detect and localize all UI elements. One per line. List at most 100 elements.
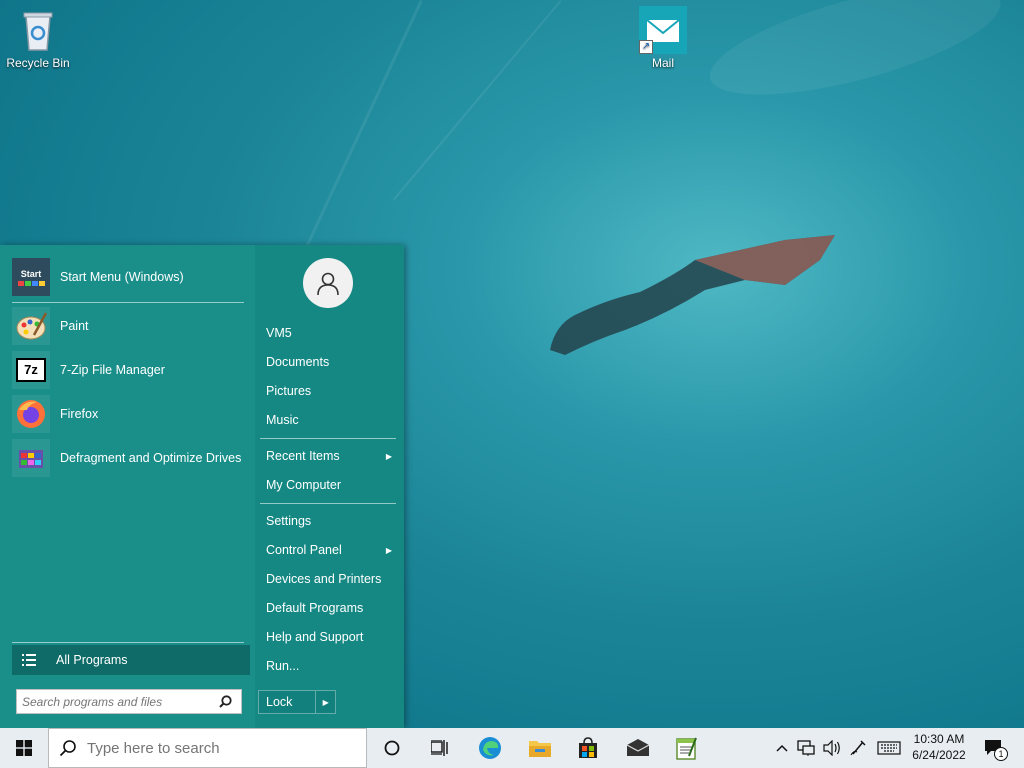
help-support-label: Help and Support bbox=[266, 630, 364, 644]
program-firefox[interactable]: Firefox bbox=[12, 395, 250, 433]
right-separator-2 bbox=[260, 503, 396, 504]
user-name-item[interactable]: VM5 bbox=[260, 320, 397, 346]
recycle-bin-label: Recycle Bin bbox=[6, 56, 70, 70]
task-view-icon bbox=[431, 740, 448, 756]
settings-item[interactable]: Settings bbox=[260, 508, 397, 534]
recycle-bin-desktop-icon[interactable]: Recycle Bin bbox=[0, 6, 76, 70]
default-programs-item[interactable]: Default Programs bbox=[260, 595, 397, 621]
all-programs-button[interactable]: All Programs bbox=[12, 645, 250, 675]
search-icon[interactable] bbox=[213, 695, 237, 708]
devices-printers-label: Devices and Printers bbox=[266, 572, 382, 586]
mail-desktop-icon[interactable]: ↗ Mail bbox=[625, 6, 701, 70]
defrag-icon bbox=[12, 439, 50, 477]
user-avatar[interactable] bbox=[303, 258, 353, 308]
clock-time: 10:30 AM bbox=[913, 732, 965, 746]
file-explorer-icon bbox=[529, 741, 551, 757]
show-hidden-icons-button[interactable] bbox=[772, 728, 792, 768]
program-label: Defragment and Optimize Drives bbox=[60, 450, 242, 465]
notepad-icon bbox=[676, 737, 697, 760]
notepad-taskbar-button[interactable] bbox=[662, 728, 710, 768]
chevron-right-icon: ▶ bbox=[385, 545, 392, 555]
firefox-icon bbox=[12, 395, 50, 433]
edge-icon bbox=[479, 737, 501, 759]
user-name-label: VM5 bbox=[266, 326, 292, 340]
default-programs-label: Default Programs bbox=[266, 601, 364, 615]
program-label: Start Menu (Windows) bbox=[60, 270, 184, 284]
devices-printers-item[interactable]: Devices and Printers bbox=[260, 566, 397, 592]
edge-taskbar-button[interactable] bbox=[466, 728, 514, 768]
search-icon bbox=[49, 739, 87, 757]
clock-date: 6/24/2022 bbox=[912, 748, 966, 762]
pinned-separator bbox=[12, 302, 244, 303]
program-label: Paint bbox=[60, 319, 89, 333]
documents-item[interactable]: Documents bbox=[260, 349, 397, 375]
paint-icon bbox=[12, 307, 50, 345]
network-tray-button[interactable] bbox=[794, 728, 818, 768]
program-7zip[interactable]: 7z 7-Zip File Manager bbox=[12, 351, 250, 389]
documents-label: Documents bbox=[266, 355, 330, 369]
taskbar-clock[interactable]: 10:30 AM 6/24/2022 bbox=[906, 731, 972, 763]
action-center-button[interactable]: 1 bbox=[978, 728, 1010, 768]
program-defrag[interactable]: Defragment and Optimize Drives bbox=[12, 439, 250, 477]
start-menu-right-pane: VM5 Documents Pictures Music Recent Item… bbox=[255, 245, 404, 728]
start-icon-text: Start bbox=[20, 268, 42, 279]
chevron-right-icon: ▶ bbox=[385, 451, 392, 461]
recent-items-label: Recent Items bbox=[266, 449, 340, 463]
power-options-chevron-icon[interactable]: ▶ bbox=[315, 691, 335, 713]
start-search-box[interactable] bbox=[16, 689, 242, 714]
all-programs-separator bbox=[12, 642, 244, 643]
mail-taskbar-button[interactable] bbox=[614, 728, 662, 768]
store-icon bbox=[579, 737, 597, 758]
pictures-label: Pictures bbox=[266, 384, 312, 398]
program-start-menu[interactable]: Start Start Menu (Windows) bbox=[12, 258, 250, 296]
taskbar-search-box[interactable] bbox=[48, 728, 367, 768]
help-support-item[interactable]: Help and Support bbox=[260, 624, 397, 650]
all-programs-label: All Programs bbox=[56, 653, 128, 667]
cortana-icon bbox=[384, 740, 400, 756]
control-panel-item[interactable]: Control Panel ▶ bbox=[260, 537, 397, 563]
start-search-input[interactable] bbox=[17, 694, 213, 709]
pictures-item[interactable]: Pictures bbox=[260, 378, 397, 404]
recycle-bin-icon bbox=[14, 6, 62, 54]
keyboard-icon bbox=[877, 741, 901, 755]
list-icon bbox=[12, 654, 46, 666]
network-icon bbox=[797, 740, 815, 756]
mail-label: Mail bbox=[651, 56, 674, 70]
mail-icon bbox=[626, 739, 650, 756]
start-menu-left-pane: Start Start Menu (Windows) Paint 7z 7-Zi… bbox=[0, 245, 255, 728]
mail-shortcut-icon: ↗ bbox=[639, 6, 687, 54]
control-panel-label: Control Panel bbox=[266, 543, 342, 557]
taskbar: 10:30 AM 6/24/2022 1 bbox=[0, 728, 1024, 768]
my-computer-label: My Computer bbox=[266, 478, 342, 492]
right-separator-1 bbox=[260, 438, 396, 439]
store-taskbar-button[interactable] bbox=[564, 728, 612, 768]
program-label: 7-Zip File Manager bbox=[60, 363, 165, 377]
speaker-icon bbox=[823, 740, 840, 756]
program-label: Firefox bbox=[60, 407, 99, 421]
lock-button[interactable]: Lock bbox=[259, 695, 315, 709]
touch-keyboard-button[interactable] bbox=[874, 728, 904, 768]
volume-tray-button[interactable] bbox=[820, 728, 844, 768]
taskbar-search-input[interactable] bbox=[87, 739, 347, 757]
7zip-icon: 7z bbox=[12, 351, 50, 389]
start-menu-icon: Start bbox=[12, 258, 50, 296]
music-label: Music bbox=[266, 413, 299, 427]
swimmer-figure bbox=[550, 235, 835, 355]
run-item[interactable]: Run... bbox=[260, 653, 397, 679]
user-icon bbox=[317, 272, 339, 296]
my-computer-item[interactable]: My Computer bbox=[260, 472, 397, 498]
pen-tray-button[interactable] bbox=[846, 728, 870, 768]
recent-items-item[interactable]: Recent Items ▶ bbox=[260, 443, 397, 469]
program-paint[interactable]: Paint bbox=[12, 307, 250, 345]
start-menu: Start Start Menu (Windows) Paint 7z 7-Zi… bbox=[0, 245, 404, 728]
start-button[interactable] bbox=[0, 728, 48, 768]
task-view-button[interactable] bbox=[416, 728, 464, 768]
file-explorer-taskbar-button[interactable] bbox=[516, 728, 564, 768]
windows-logo-icon bbox=[16, 740, 32, 756]
run-label: Run... bbox=[266, 659, 300, 673]
notification-count-badge: 1 bbox=[994, 747, 1008, 761]
music-item[interactable]: Music bbox=[260, 407, 397, 433]
cortana-button[interactable] bbox=[368, 728, 416, 768]
lock-button-group: Lock ▶ bbox=[258, 690, 336, 714]
pen-icon bbox=[850, 740, 866, 756]
